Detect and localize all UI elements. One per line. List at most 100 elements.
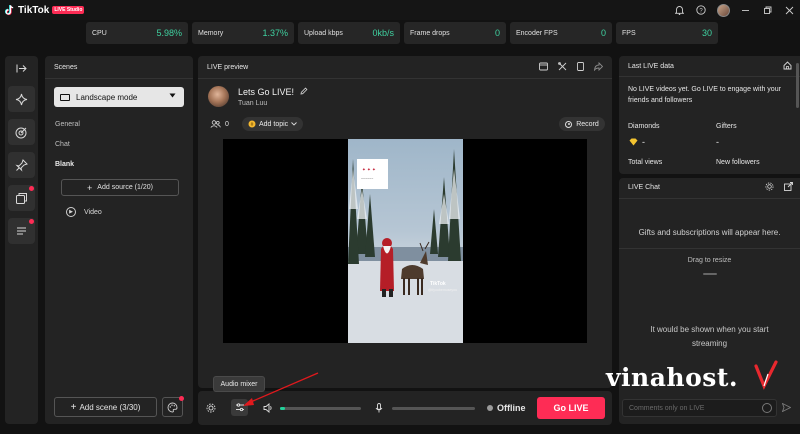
add-scene-button[interactable]: + Add scene (3/30) bbox=[54, 397, 157, 417]
emoji-icon[interactable] bbox=[762, 403, 772, 413]
chat-empty-message: It would be shown when you start streami… bbox=[619, 323, 800, 351]
divider bbox=[198, 78, 612, 79]
stat-label: FPS bbox=[622, 29, 636, 37]
video-snow-scene-image: ✦ ✦ ✦ ~~~~~~ bbox=[348, 149, 463, 343]
diamonds-value: - bbox=[642, 137, 645, 147]
offline-status-dot bbox=[487, 405, 493, 411]
stat-value: 5.98% bbox=[156, 28, 182, 38]
notification-dot bbox=[179, 396, 184, 401]
comments-tool-button[interactable] bbox=[8, 218, 35, 244]
popout-icon[interactable] bbox=[784, 182, 793, 191]
stat-fps: FPS 30 bbox=[616, 22, 718, 44]
stream-title[interactable]: Lets Go LIVE! bbox=[238, 87, 308, 97]
record-label: Record bbox=[576, 120, 599, 128]
collapse-panel-icon[interactable] bbox=[5, 59, 38, 77]
stat-frame-drops: Frame drops 0 bbox=[404, 22, 506, 44]
scene-category-chat[interactable]: Chat bbox=[55, 141, 70, 148]
stat-value: 0 bbox=[600, 28, 606, 38]
edit-pencil-icon[interactable] bbox=[300, 87, 308, 95]
settings-gear-icon[interactable] bbox=[206, 403, 216, 413]
stream-canvas[interactable]: ✦ ✦ ✦ ~~~~~~ TikTok @ifyoubemuseyou bbox=[223, 139, 587, 343]
scene-mode-dropdown[interactable]: Landscape mode bbox=[54, 87, 184, 107]
title-bar: TikTok LIVE Studio ? bbox=[0, 0, 800, 20]
scene-category-blank[interactable]: Blank bbox=[55, 161, 74, 168]
resize-handle[interactable] bbox=[703, 273, 717, 275]
tools-icon[interactable] bbox=[558, 62, 567, 71]
app-logo: TikTok LIVE Studio bbox=[4, 4, 85, 16]
topic-badge-icon: # bbox=[248, 120, 256, 128]
live-data-scrollbar[interactable] bbox=[796, 63, 799, 108]
minimize-icon[interactable] bbox=[734, 0, 756, 20]
annotation-arrow-icon bbox=[243, 372, 319, 406]
vinahost-logo-icon bbox=[754, 360, 778, 390]
layout-settings-icon[interactable] bbox=[539, 62, 548, 71]
source-item-video[interactable]: ▶ Video bbox=[66, 207, 102, 217]
divider bbox=[45, 78, 193, 79]
maximize-icon[interactable] bbox=[756, 0, 778, 20]
tiktok-logo-icon bbox=[4, 5, 14, 16]
diamonds-label: Diamonds bbox=[628, 123, 660, 130]
effects-button[interactable] bbox=[8, 86, 35, 112]
share-icon[interactable] bbox=[594, 62, 603, 71]
stat-value: 30 bbox=[701, 28, 712, 38]
record-button[interactable]: Record bbox=[559, 117, 605, 131]
divider bbox=[619, 248, 800, 249]
video-source[interactable]: ✦ ✦ ✦ ~~~~~~ TikTok @ifyoubemuseyou bbox=[348, 139, 463, 343]
close-icon[interactable] bbox=[778, 0, 800, 20]
new-followers-label: New followers bbox=[716, 159, 760, 166]
notification-dot bbox=[29, 186, 34, 191]
stat-value: 1.37% bbox=[262, 28, 288, 38]
host-name: Tuan Luu bbox=[238, 100, 268, 107]
chat-empty-line: streaming bbox=[691, 339, 728, 348]
scene-category-general[interactable]: General bbox=[55, 121, 80, 128]
chat-input[interactable]: Comments only on LIVE bbox=[622, 399, 777, 417]
scenes-title: Scenes bbox=[54, 64, 78, 71]
add-topic-button[interactable]: # Add topic bbox=[242, 117, 304, 131]
goals-button[interactable] bbox=[8, 119, 35, 145]
bottom-strip bbox=[0, 428, 800, 434]
scene-mode-label: Landscape mode bbox=[76, 92, 138, 102]
go-live-button[interactable]: Go LIVE bbox=[537, 397, 605, 419]
svg-text:~~~~~~: ~~~~~~ bbox=[361, 177, 373, 181]
stat-value: 0kb/s bbox=[372, 28, 394, 38]
home-icon[interactable] bbox=[783, 61, 792, 70]
svg-text:✦ ✦ ✦: ✦ ✦ ✦ bbox=[362, 167, 376, 172]
interactive-button[interactable] bbox=[8, 152, 35, 178]
chevron-down-icon bbox=[291, 122, 298, 126]
last-live-data-panel: Last LIVE data No LIVE videos yet. Go LI… bbox=[619, 56, 800, 174]
source-item-label: Video bbox=[84, 208, 102, 216]
microphone-volume-slider[interactable] bbox=[392, 407, 475, 410]
drag-to-resize-label: Drag to resize bbox=[687, 257, 732, 264]
chat-settings-icon[interactable] bbox=[765, 182, 774, 191]
microphone-icon[interactable] bbox=[375, 403, 383, 413]
games-sticker-icon bbox=[16, 192, 27, 204]
plus-icon: + bbox=[87, 182, 93, 193]
mobile-preview-icon[interactable] bbox=[577, 62, 584, 71]
live-data-title: Last LIVE data bbox=[628, 63, 674, 70]
stat-label: Memory bbox=[198, 29, 224, 37]
stream-status: Offline bbox=[497, 403, 526, 413]
stat-label: Frame drops bbox=[410, 29, 450, 37]
theme-palette-button[interactable] bbox=[162, 396, 184, 417]
viewer-count[interactable]: 0 bbox=[208, 117, 231, 131]
stat-cpu: CPU 5.98% bbox=[86, 22, 188, 44]
gifters-label: Gifters bbox=[716, 123, 737, 130]
chat-empty-line: It would be shown when you start bbox=[650, 325, 769, 334]
stream-title-text: Lets Go LIVE! bbox=[238, 87, 295, 97]
divider bbox=[619, 76, 800, 77]
stat-label: CPU bbox=[92, 29, 107, 37]
stat-encoder-fps: Encoder FPS 0 bbox=[510, 22, 612, 44]
goals-target-icon bbox=[15, 127, 27, 138]
notification-bell-icon[interactable] bbox=[668, 0, 690, 20]
performance-stats: CPU 5.98% Memory 1.37% Upload kbps 0kb/s Fr… bbox=[86, 22, 718, 44]
diamond-icon bbox=[629, 138, 638, 146]
add-scene-label: Add scene (3/30) bbox=[79, 402, 141, 412]
help-icon[interactable]: ? bbox=[690, 0, 712, 20]
svg-text:#: # bbox=[251, 122, 254, 128]
host-avatar bbox=[208, 86, 229, 107]
video-play-icon: ▶ bbox=[66, 207, 76, 217]
games-button[interactable] bbox=[8, 185, 35, 211]
send-icon[interactable] bbox=[782, 403, 791, 412]
add-source-button[interactable]: + Add source (1/20) bbox=[61, 179, 179, 196]
profile-avatar[interactable] bbox=[712, 0, 734, 20]
